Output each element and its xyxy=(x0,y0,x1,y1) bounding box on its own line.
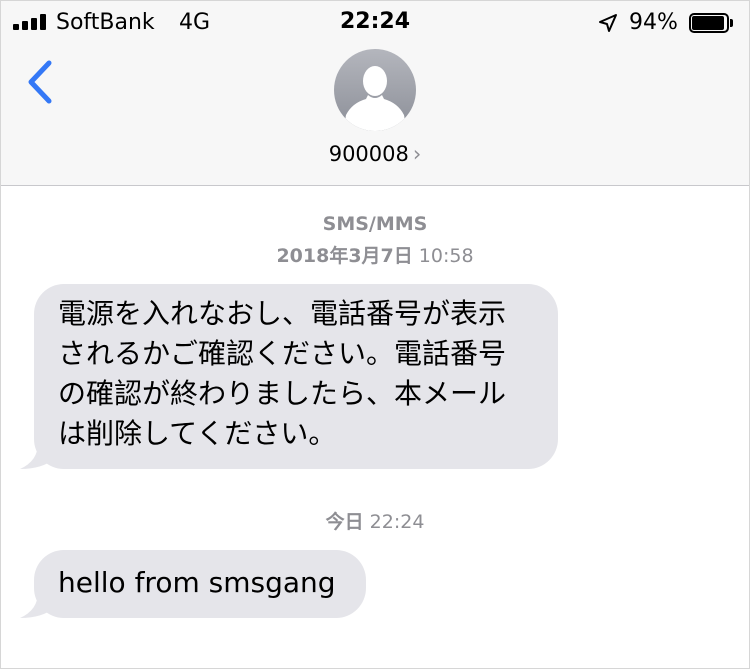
location-arrow-icon xyxy=(599,14,617,32)
contact-name-button[interactable]: 900008 › xyxy=(1,142,749,166)
bubble-tail xyxy=(20,443,60,469)
battery-icon xyxy=(689,13,733,33)
contact-name: 900008 xyxy=(328,142,409,166)
message-line: の確認が終わりましたら、本メール xyxy=(58,377,507,410)
date-header-time: 22:24 xyxy=(363,511,425,533)
date-header-day: 今日 xyxy=(325,511,364,533)
chevron-left-icon xyxy=(28,60,52,104)
bubble-tail xyxy=(20,592,60,618)
message-line: 電源を入れなおし、電話番号が表示 xyxy=(58,297,507,330)
date-header-day: 2018年3月7日 xyxy=(276,245,413,267)
person-silhouette-icon xyxy=(345,66,405,131)
date-header-time: 10:58 xyxy=(412,245,474,267)
messages-screen: SoftBank 4G 22:24 94% 900008 › SMS/MMS 2… xyxy=(0,0,750,669)
message-line: は削除してください。 xyxy=(58,417,337,450)
back-button[interactable] xyxy=(23,57,59,107)
message-bubble-incoming[interactable]: 電源を入れなおし、電話番号が表示 されるかご確認ください。電話番号 の確認が終わ… xyxy=(20,284,558,469)
message-text: hello from smsgang xyxy=(58,566,336,599)
status-bar: SoftBank 4G 22:24 94% xyxy=(1,1,749,43)
contact-avatar[interactable] xyxy=(334,49,416,131)
date-header: 2018年3月7日 10:58 xyxy=(1,241,749,268)
service-label: SMS/MMS xyxy=(322,213,428,235)
message-bubble-incoming[interactable]: hello from smsgang xyxy=(20,550,366,618)
chevron-right-icon: › xyxy=(412,142,422,166)
date-header: 今日 22:24 xyxy=(1,507,749,534)
conversation-header: SoftBank 4G 22:24 94% 900008 › xyxy=(1,1,749,186)
battery-percent: 94% xyxy=(629,10,678,35)
message-line: されるかご確認ください。電話番号 xyxy=(58,337,507,370)
